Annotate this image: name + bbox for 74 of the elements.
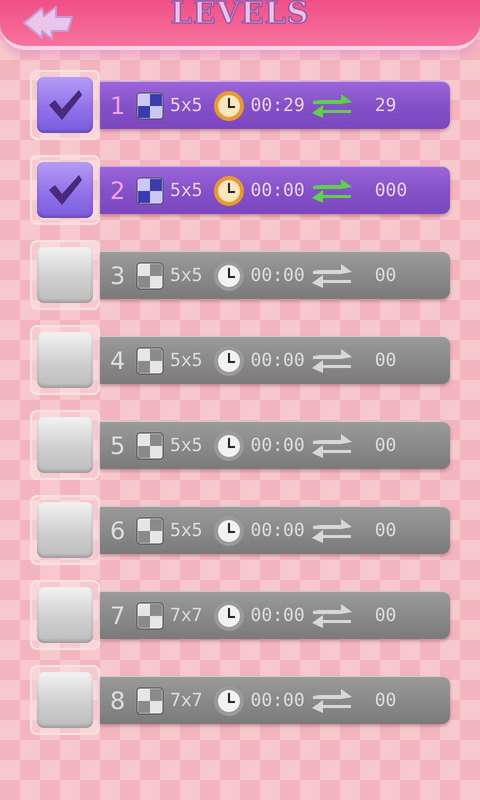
back-button[interactable] <box>22 5 74 41</box>
time-value: 00:00 <box>250 435 305 456</box>
moves-count: 00 <box>374 520 396 541</box>
moves-count: 000 <box>374 180 408 201</box>
swap-arrows-icon <box>310 432 353 458</box>
time-value: 00:00 <box>250 690 305 711</box>
grid-icon <box>136 92 164 120</box>
level-checkbox[interactable] <box>37 332 93 388</box>
swap-arrows-icon <box>310 602 353 628</box>
time-value: 00:29 <box>250 95 305 116</box>
level-bar[interactable]: 5 5x5 00:00 00 <box>100 421 450 469</box>
level-bar[interactable]: 6 5x5 00:00 00 <box>100 506 450 554</box>
grid-size: 5x5 <box>170 520 203 541</box>
level-number: 5 <box>110 432 126 460</box>
level-checkbox[interactable] <box>37 672 93 728</box>
grid-icon <box>136 176 164 204</box>
level-bar[interactable]: 7 7x7 00:00 00 <box>100 591 450 639</box>
time-value: 00:00 <box>250 520 305 541</box>
grid-size: 5x5 <box>170 435 203 456</box>
moves-count: 00 <box>374 690 396 711</box>
level-checkbox[interactable] <box>37 417 93 473</box>
grid-size: 5x5 <box>170 180 203 201</box>
grid-size: 7x7 <box>170 605 203 626</box>
grid-icon <box>136 432 164 460</box>
screen-title: LEVELS <box>170 0 310 31</box>
time-value: 00:00 <box>250 180 305 201</box>
clock-icon <box>212 514 245 546</box>
level-number: 3 <box>110 262 126 290</box>
level-number: 8 <box>110 686 126 714</box>
moves-count: 00 <box>374 435 396 456</box>
level-bar[interactable]: 2 5x5 00:00 000 <box>100 166 450 214</box>
swap-arrows-icon <box>310 262 353 288</box>
level-checkbox[interactable] <box>37 247 93 303</box>
moves-count: 00 <box>374 265 396 286</box>
clock-icon <box>212 430 245 462</box>
swap-arrows-icon <box>310 348 353 374</box>
grid-size: 5x5 <box>170 95 203 116</box>
grid-size: 7x7 <box>170 690 203 711</box>
level-checkbox[interactable] <box>37 77 93 133</box>
swap-arrows-icon <box>310 688 353 714</box>
grid-icon <box>136 346 164 374</box>
grid-size: 5x5 <box>170 350 203 371</box>
level-bar[interactable]: 4 5x5 00:00 00 <box>100 336 450 384</box>
clock-icon <box>212 174 245 206</box>
level-checkbox[interactable] <box>37 587 93 643</box>
level-number: 6 <box>110 516 126 544</box>
level-number: 4 <box>110 346 126 374</box>
level-bar[interactable]: 1 5x5 00:29 29 <box>100 81 450 129</box>
level-number: 2 <box>110 176 126 204</box>
grid-icon <box>136 686 164 714</box>
clock-icon <box>212 344 245 376</box>
time-value: 00:00 <box>250 265 305 286</box>
swap-arrows-icon <box>310 92 353 118</box>
clock-icon <box>212 684 245 716</box>
clock-icon <box>212 600 245 632</box>
clock-icon <box>212 260 245 292</box>
grid-size: 5x5 <box>170 265 203 286</box>
level-checkbox[interactable] <box>37 502 93 558</box>
swap-arrows-icon <box>310 518 353 544</box>
moves-count: 00 <box>374 350 396 371</box>
grid-icon <box>136 262 164 290</box>
clock-icon <box>212 90 245 122</box>
grid-icon <box>136 516 164 544</box>
moves-count: 00 <box>374 605 396 626</box>
level-bar[interactable]: 8 7x7 00:00 00 <box>100 676 450 724</box>
swap-arrows-icon <box>310 178 353 204</box>
level-checkbox[interactable] <box>37 162 93 218</box>
level-number: 1 <box>110 92 126 120</box>
moves-count: 29 <box>374 95 396 116</box>
level-bar[interactable]: 3 5x5 00:00 00 <box>100 251 450 299</box>
time-value: 00:00 <box>250 350 305 371</box>
grid-icon <box>136 602 164 630</box>
level-number: 7 <box>110 602 126 630</box>
time-value: 00:00 <box>250 605 305 626</box>
